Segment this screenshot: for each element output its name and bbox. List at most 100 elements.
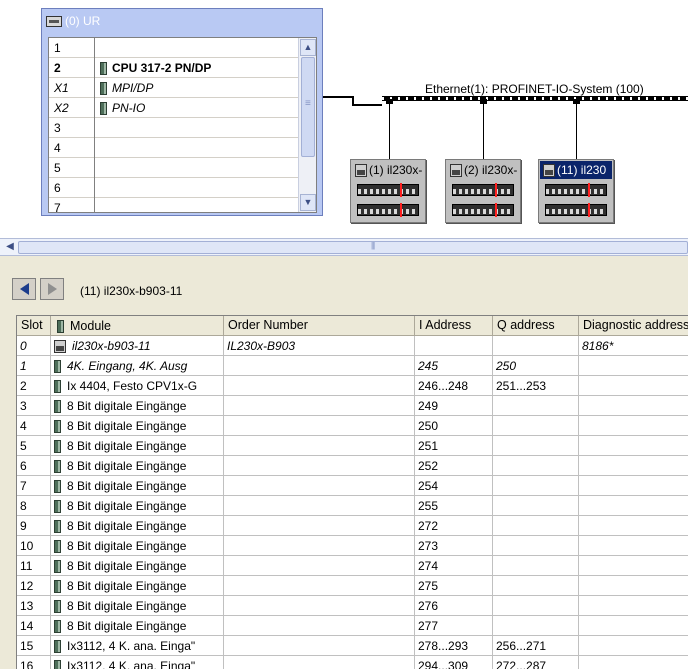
cell-q-address[interactable] <box>493 516 579 536</box>
cell-order-number[interactable] <box>224 436 415 456</box>
cell-diagnostic-address[interactable] <box>579 576 688 596</box>
rack-slot-row[interactable]: 7 <box>49 198 298 212</box>
table-row[interactable]: 9 8 Bit digitale Eingänge 272 <box>17 516 688 536</box>
cell-diagnostic-address[interactable] <box>579 516 688 536</box>
cell-module[interactable]: 8 Bit digitale Eingänge <box>51 476 224 496</box>
cell-slot[interactable]: 8 <box>17 496 51 516</box>
cell-module[interactable]: 8 Bit digitale Eingänge <box>51 556 224 576</box>
cell-i-address[interactable]: 245 <box>415 356 493 376</box>
table-row[interactable]: 8 8 Bit digitale Eingänge 255 <box>17 496 688 516</box>
cell-q-address[interactable] <box>493 416 579 436</box>
cell-diagnostic-address[interactable] <box>579 536 688 556</box>
cell-q-address[interactable] <box>493 576 579 596</box>
cell-slot[interactable]: 3 <box>17 396 51 416</box>
cell-slot[interactable]: 1 <box>17 356 51 376</box>
cell-i-address[interactable]: 255 <box>415 496 493 516</box>
cell-q-address[interactable]: 250 <box>493 356 579 376</box>
rack-slot-row[interactable]: 2 CPU 317-2 PN/DP <box>49 58 298 78</box>
cell-i-address[interactable]: 294...309 <box>415 656 493 669</box>
table-row[interactable]: 1 4K. Eingang, 4K. Ausg 245 250 <box>17 356 688 376</box>
cell-slot[interactable]: 7 <box>17 476 51 496</box>
cell-slot[interactable]: 2 <box>17 376 51 396</box>
cell-module[interactable]: 8 Bit digitale Eingänge <box>51 496 224 516</box>
cell-diagnostic-address[interactable] <box>579 616 688 636</box>
cell-slot[interactable]: 13 <box>17 596 51 616</box>
cell-diagnostic-address[interactable] <box>579 596 688 616</box>
table-row[interactable]: 7 8 Bit digitale Eingänge 254 <box>17 476 688 496</box>
cell-module[interactable]: il230x-b903-11 <box>51 336 224 356</box>
cell-order-number[interactable] <box>224 596 415 616</box>
table-row[interactable]: 11 8 Bit digitale Eingänge 274 <box>17 556 688 576</box>
back-button[interactable] <box>12 278 36 300</box>
cell-i-address[interactable]: 246...248 <box>415 376 493 396</box>
table-row[interactable]: 3 8 Bit digitale Eingänge 249 <box>17 396 688 416</box>
cell-module[interactable]: Ix3112, 4 K. ana. Einga" <box>51 636 224 656</box>
cell-i-address[interactable]: 252 <box>415 456 493 476</box>
cell-slot[interactable]: 9 <box>17 516 51 536</box>
forward-button[interactable] <box>40 278 64 300</box>
cell-diagnostic-address[interactable] <box>579 456 688 476</box>
table-row[interactable]: 2 Ix 4404, Festo CPV1x-G 246...248 251...25… <box>17 376 688 396</box>
cell-order-number[interactable]: IL230x-B903 <box>224 336 415 356</box>
cell-slot[interactable]: 4 <box>17 416 51 436</box>
cell-slot[interactable]: 5 <box>17 436 51 456</box>
column-header-module[interactable]: Module <box>51 316 224 336</box>
cell-i-address[interactable]: 276 <box>415 596 493 616</box>
cell-module[interactable]: 4K. Eingang, 4K. Ausg <box>51 356 224 376</box>
table-row[interactable]: 0 il230x-b903-11 IL230x-B903 8186* <box>17 336 688 356</box>
io-device-2[interactable]: (2) il230x- <box>445 159 521 223</box>
cell-module[interactable]: Ix3112, 4 K. ana. Einga" <box>51 656 224 669</box>
cell-module[interactable]: 8 Bit digitale Eingänge <box>51 416 224 436</box>
io-device-11[interactable]: (11) il230 <box>538 159 614 223</box>
cell-i-address[interactable]: 249 <box>415 396 493 416</box>
cell-module[interactable]: 8 Bit digitale Eingänge <box>51 536 224 556</box>
cell-q-address[interactable] <box>493 456 579 476</box>
cell-i-address[interactable]: 250 <box>415 416 493 436</box>
table-row[interactable]: 4 8 Bit digitale Eingänge 250 <box>17 416 688 436</box>
cell-module[interactable]: 8 Bit digitale Eingänge <box>51 596 224 616</box>
column-header-diagnostic-address[interactable]: Diagnostic address <box>579 316 688 336</box>
cell-diagnostic-address[interactable] <box>579 656 688 669</box>
rack-slot-row[interactable]: 1 <box>49 38 298 58</box>
cell-i-address[interactable]: 277 <box>415 616 493 636</box>
cell-order-number[interactable] <box>224 536 415 556</box>
table-row[interactable]: 6 8 Bit digitale Eingänge 252 <box>17 456 688 476</box>
cell-diagnostic-address[interactable] <box>579 476 688 496</box>
cell-diagnostic-address[interactable] <box>579 356 688 376</box>
cell-diagnostic-address[interactable] <box>579 636 688 656</box>
rack-vertical-scrollbar[interactable]: ▲ ▼ <box>298 38 316 212</box>
cell-diagnostic-address[interactable] <box>579 416 688 436</box>
cell-order-number[interactable] <box>224 476 415 496</box>
cell-diagnostic-address[interactable] <box>579 436 688 456</box>
scroll-left-icon[interactable]: ◀ <box>2 240 18 255</box>
cell-order-number[interactable] <box>224 416 415 436</box>
cell-q-address[interactable] <box>493 396 579 416</box>
scroll-up-icon[interactable]: ▲ <box>300 39 316 56</box>
cell-i-address[interactable]: 251 <box>415 436 493 456</box>
scroll-down-icon[interactable]: ▼ <box>300 194 316 211</box>
cell-order-number[interactable] <box>224 576 415 596</box>
cell-order-number[interactable] <box>224 636 415 656</box>
cell-module[interactable]: 8 Bit digitale Eingänge <box>51 436 224 456</box>
cell-module[interactable]: 8 Bit digitale Eingänge <box>51 456 224 476</box>
cell-q-address[interactable]: 256...271 <box>493 636 579 656</box>
column-header-i-address[interactable]: I Address <box>415 316 493 336</box>
rack-window-ur[interactable]: (0) UR 1 2 CPU 317-2 PN/DP X1 MPI/DP X2 PN-IO 3… <box>41 8 323 216</box>
column-header-slot[interactable]: Slot <box>17 316 51 336</box>
rack-slot-row[interactable]: 5 <box>49 158 298 178</box>
table-row[interactable]: 15 Ix3112, 4 K. ana. Einga" 278...293 256..… <box>17 636 688 656</box>
cell-q-address[interactable] <box>493 536 579 556</box>
cell-order-number[interactable] <box>224 556 415 576</box>
cell-order-number[interactable] <box>224 496 415 516</box>
table-row[interactable]: 5 8 Bit digitale Eingänge 251 <box>17 436 688 456</box>
cell-slot[interactable]: 11 <box>17 556 51 576</box>
cell-module[interactable]: Ix 4404, Festo CPV1x-G <box>51 376 224 396</box>
cell-q-address[interactable] <box>493 596 579 616</box>
cell-i-address[interactable]: 254 <box>415 476 493 496</box>
cell-q-address[interactable] <box>493 496 579 516</box>
cell-order-number[interactable] <box>224 616 415 636</box>
cell-i-address[interactable]: 272 <box>415 516 493 536</box>
cell-i-address[interactable]: 273 <box>415 536 493 556</box>
cell-slot[interactable]: 15 <box>17 636 51 656</box>
table-row[interactable]: 12 8 Bit digitale Eingänge 275 <box>17 576 688 596</box>
